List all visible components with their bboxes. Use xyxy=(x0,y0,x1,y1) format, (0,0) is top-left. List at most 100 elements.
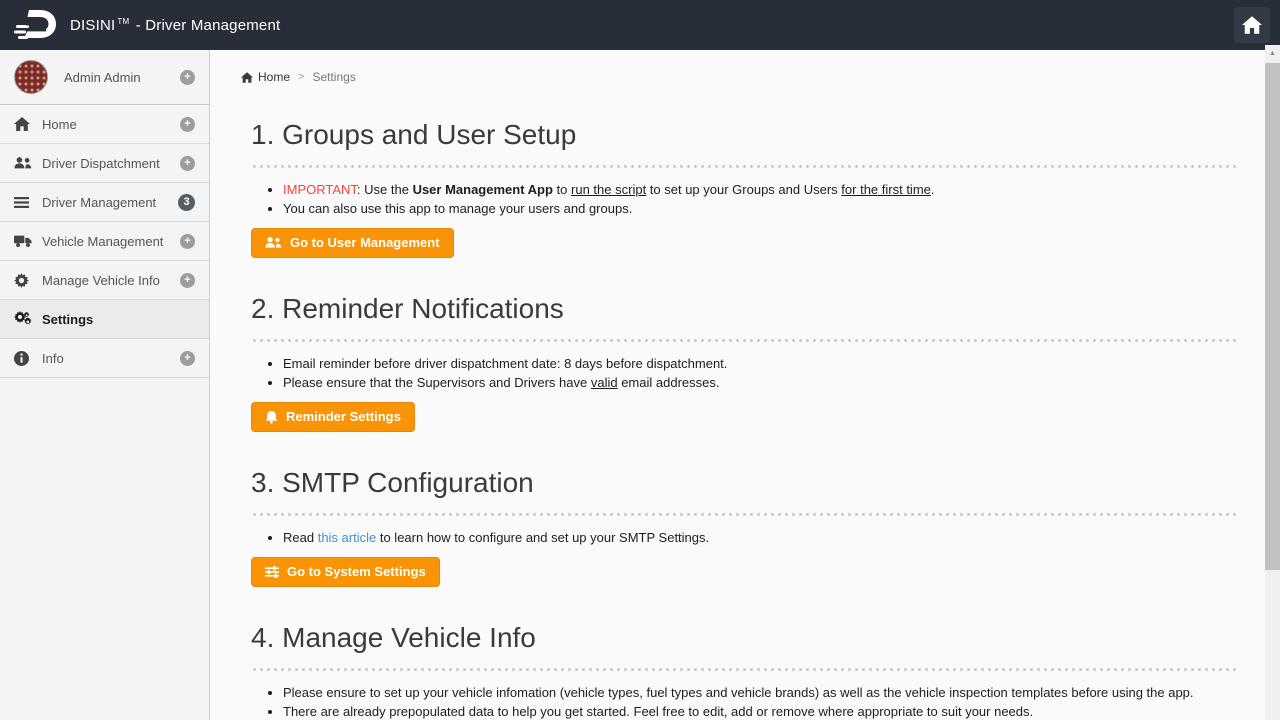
bullet-item: You can also use this app to manage your… xyxy=(283,199,1237,218)
gear-icon xyxy=(14,273,38,288)
users-icon xyxy=(14,156,38,170)
app-header: DISINITM - Driver Management xyxy=(0,0,1280,50)
bullet-list: IMPORTANT: Use the User Management App t… xyxy=(251,180,1237,218)
this-article-link[interactable]: this article xyxy=(318,530,377,545)
bullet-text: to learn how to configure and set up you… xyxy=(376,530,709,545)
bullet-item: There are already prepopulated data to h… xyxy=(283,702,1237,720)
bullet-text: There are already prepopulated data to h… xyxy=(283,704,1033,719)
sidebar-item-driver-dispatchment[interactable]: Driver Dispatchment + xyxy=(0,144,209,183)
users-icon xyxy=(265,236,282,249)
go-to-user-management-button[interactable]: Go to User Management xyxy=(251,228,454,258)
bullet-text: Read xyxy=(283,530,318,545)
breadcrumb: Home > Settings xyxy=(241,70,1237,84)
sidebar-item-home[interactable]: Home + xyxy=(0,105,209,144)
bullet-list: Email reminder before driver dispatchmen… xyxy=(251,354,1237,392)
breadcrumb-current: Settings xyxy=(312,70,355,84)
bullet-item: Email reminder before driver dispatchmen… xyxy=(283,354,1237,373)
breadcrumb-separator: > xyxy=(298,71,304,83)
gears-icon xyxy=(14,311,38,327)
bullet-text: Please ensure that the Supervisors and D… xyxy=(283,375,591,390)
truck-icon xyxy=(14,234,38,248)
valid-emphasis: valid xyxy=(591,375,618,390)
sidebar-item-info[interactable]: Info + xyxy=(0,339,209,378)
first-time-link[interactable]: for the first time xyxy=(841,182,931,197)
home-icon xyxy=(241,72,253,83)
user-name: Admin Admin xyxy=(64,70,180,85)
bullet-text: to set up your Groups and Users xyxy=(646,182,841,197)
section-heading: 2. Reminder Notifications xyxy=(251,293,1237,325)
sidebar-item-manage-vehicle-info[interactable]: Manage Vehicle Info + xyxy=(0,261,209,300)
dotted-divider xyxy=(251,165,1237,168)
go-to-system-settings-button[interactable]: Go to System Settings xyxy=(251,557,440,587)
bullet-item: Please ensure that the Supervisors and D… xyxy=(283,373,1237,392)
button-label: Go to User Management xyxy=(290,235,440,250)
list-icon xyxy=(14,196,38,209)
app-title: DISINITM - Driver Management xyxy=(70,17,280,34)
bullet-text: Please ensure to set up your vehicle inf… xyxy=(283,685,1194,700)
sliders-icon xyxy=(265,566,279,578)
sidebar-item-label: Settings xyxy=(42,312,195,327)
sidebar-item-label: Driver Dispatchment xyxy=(42,156,180,171)
sidebar-item-label: Home xyxy=(42,117,180,132)
driver-management-count-badge: 3 xyxy=(178,194,195,211)
section-reminder-notifications: 2. Reminder Notifications Email reminder… xyxy=(251,293,1237,432)
breadcrumb-home-link[interactable]: Home xyxy=(241,70,290,84)
sidebar: Admin Admin + Home + Driver Dispatchment… xyxy=(0,50,210,720)
scroll-up-arrow-icon[interactable]: ▲ xyxy=(1265,45,1280,61)
home-icon xyxy=(14,117,38,131)
section-heading: 4. Manage Vehicle Info xyxy=(251,622,1237,654)
sidebar-item-driver-management[interactable]: Driver Management 3 xyxy=(0,183,209,222)
dotted-divider xyxy=(251,339,1237,342)
section-heading: 3. SMTP Configuration xyxy=(251,467,1237,499)
section-manage-vehicle-info: 4. Manage Vehicle Info Please ensure to … xyxy=(251,622,1237,720)
bullet-text-bold: User Management App xyxy=(413,182,553,197)
plus-circle-icon[interactable]: + xyxy=(180,70,195,85)
section-heading: 1. Groups and User Setup xyxy=(251,119,1237,151)
main-content: Home > Settings 1. Groups and User Setup… xyxy=(211,50,1265,720)
plus-circle-icon[interactable]: + xyxy=(180,273,195,288)
bullet-text: to xyxy=(553,182,571,197)
section-groups-and-user-setup: 1. Groups and User Setup IMPORTANT: Use … xyxy=(251,119,1237,258)
run-the-script-link[interactable]: run the script xyxy=(571,182,646,197)
plus-circle-icon[interactable]: + xyxy=(180,156,195,171)
vertical-scrollbar[interactable]: ▲ xyxy=(1265,45,1280,720)
sidebar-item-vehicle-management[interactable]: Vehicle Management + xyxy=(0,222,209,261)
bullet-text: . xyxy=(931,182,935,197)
bullet-text: email addresses. xyxy=(618,375,720,390)
section-smtp-configuration: 3. SMTP Configuration Read this article … xyxy=(251,467,1237,587)
bullet-list: Please ensure to set up your vehicle inf… xyxy=(251,683,1237,720)
button-label: Go to System Settings xyxy=(287,564,426,579)
sidebar-item-settings[interactable]: Settings xyxy=(0,300,209,339)
sidebar-item-label: Driver Management xyxy=(42,195,178,210)
bullet-text: You can also use this app to manage your… xyxy=(283,201,632,216)
breadcrumb-home-label: Home xyxy=(258,70,290,84)
settings-sections: 1. Groups and User Setup IMPORTANT: Use … xyxy=(241,119,1237,720)
bullet-item: Read this article to learn how to config… xyxy=(283,528,1237,547)
app-logo-icon xyxy=(14,7,58,43)
header-home-button[interactable] xyxy=(1234,7,1270,43)
brand-name: DISINI xyxy=(70,17,115,34)
dotted-divider xyxy=(251,668,1237,671)
bullet-list: Read this article to learn how to config… xyxy=(251,528,1237,547)
sidebar-item-label: Info xyxy=(42,351,180,366)
bullet-item: IMPORTANT: Use the User Management App t… xyxy=(283,180,1237,199)
bullet-text: Email reminder before driver dispatchmen… xyxy=(283,356,727,371)
info-icon xyxy=(14,351,38,366)
reminder-settings-button[interactable]: Reminder Settings xyxy=(251,402,415,432)
app-title-suffix: - Driver Management xyxy=(136,17,281,34)
dotted-divider xyxy=(251,513,1237,516)
bell-icon xyxy=(265,410,278,424)
button-label: Reminder Settings xyxy=(286,409,401,424)
plus-circle-icon[interactable]: + xyxy=(180,117,195,132)
home-icon xyxy=(1242,16,1262,34)
scrollbar-thumb[interactable] xyxy=(1265,63,1280,570)
important-label: IMPORTANT xyxy=(283,182,357,197)
bullet-text: : Use the xyxy=(357,182,413,197)
plus-circle-icon[interactable]: + xyxy=(180,234,195,249)
bullet-item: Please ensure to set up your vehicle inf… xyxy=(283,683,1237,702)
sidebar-item-label: Vehicle Management xyxy=(42,234,180,249)
trademark: TM xyxy=(117,17,129,26)
sidebar-item-label: Manage Vehicle Info xyxy=(42,273,180,288)
plus-circle-icon[interactable]: + xyxy=(180,351,195,366)
sidebar-user-panel[interactable]: Admin Admin + xyxy=(0,50,209,105)
